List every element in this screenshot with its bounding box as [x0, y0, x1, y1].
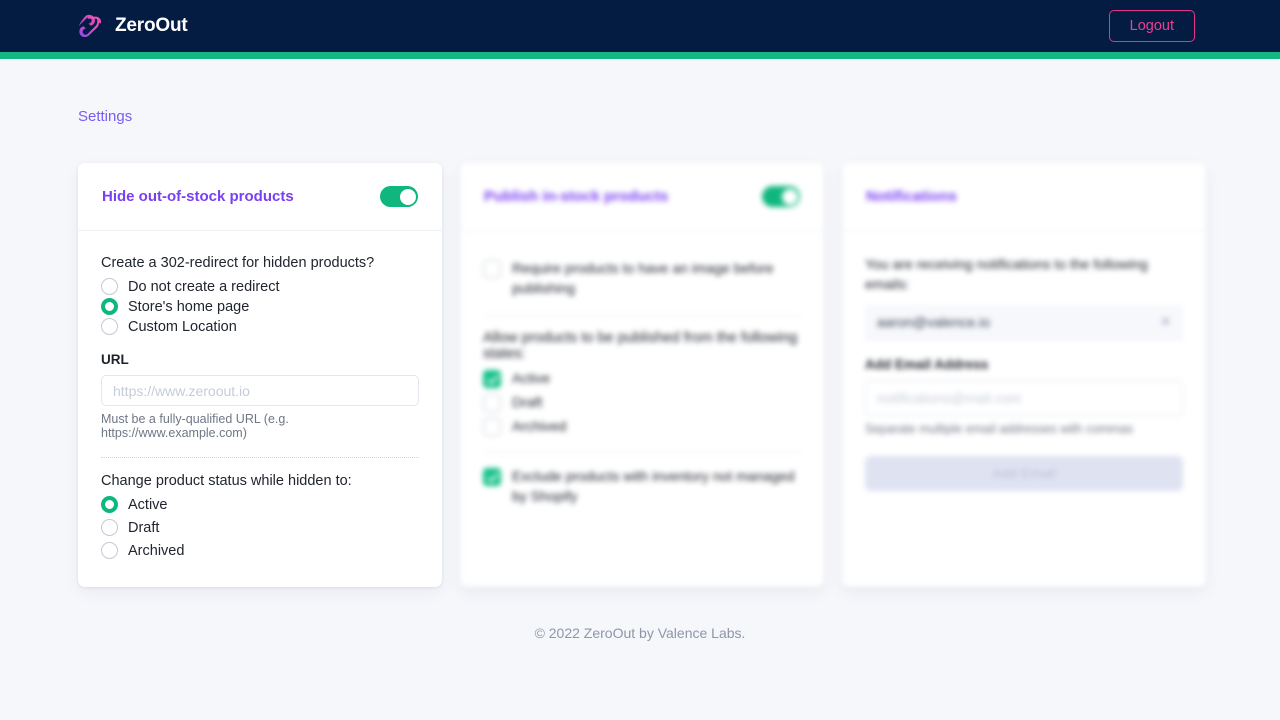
- footer-copyright: © 2022 ZeroOut by Valence Labs.: [534, 625, 746, 641]
- radio-label: Custom Location: [128, 318, 237, 335]
- card-publish-in-stock: Publish in-stock products Require produc…: [460, 163, 824, 587]
- radio-icon: [101, 519, 118, 536]
- accent-bar: [0, 52, 1280, 59]
- redirect-question: Create a 302-redirect for hidden product…: [101, 255, 375, 271]
- checkbox-icon: [483, 393, 501, 412]
- zeroout-logo-icon: [78, 13, 104, 39]
- checkbox-state-draft[interactable]: Draft: [483, 393, 801, 413]
- card-header: Notifications: [842, 163, 1206, 231]
- card-hide-out-of-stock: Hide out-of-stock products Create a 302-…: [78, 163, 442, 587]
- radio-label: Do not create a redirect: [128, 278, 280, 295]
- card-header: Publish in-stock products: [460, 163, 824, 231]
- checkbox-icon-checked: [483, 468, 501, 487]
- status-question: Change product status while hidden to:: [101, 473, 352, 489]
- settings-page: ZeroOut Logout Settings Hide out-of-stoc…: [0, 0, 1280, 720]
- toggle-knob: [399, 188, 416, 205]
- checkbox-icon-checked: [483, 369, 501, 388]
- radio-do-not-create-redirect[interactable]: Do not create a redirect: [101, 278, 419, 295]
- card-title-publish-in-stock: Publish in-stock products: [484, 188, 669, 205]
- radio-label: Store's home page: [128, 298, 250, 315]
- states-question: Allow products to be published from the …: [483, 329, 798, 362]
- top-navbar: ZeroOut Logout: [0, 0, 1280, 52]
- url-field-group: URL Must be a fully-qualified URL (e.g. …: [101, 352, 419, 440]
- radio-status-active[interactable]: Active: [101, 496, 419, 513]
- checkbox-label: Exclude products with inventory not mana…: [512, 468, 795, 505]
- checkbox-label: Draft: [512, 393, 543, 410]
- logout-button[interactable]: Logout: [1108, 9, 1195, 43]
- checkbox-state-archived[interactable]: Archived: [483, 417, 801, 437]
- brand-name: ZeroOut: [115, 15, 188, 36]
- radio-icon: [101, 278, 118, 295]
- radio-stores-home-page[interactable]: Store's home page: [101, 298, 419, 315]
- card-body: Require products to have an image before…: [460, 231, 824, 587]
- card-header: Hide out-of-stock products: [78, 163, 442, 231]
- url-help-text: Must be a fully-qualified URL (e.g. http…: [101, 412, 289, 440]
- radio-status-archived[interactable]: Archived: [101, 542, 419, 559]
- card-notifications: Notifications You are receiving notifica…: [842, 163, 1206, 587]
- radio-label: Draft: [128, 519, 160, 536]
- checkbox-state-active[interactable]: Active: [483, 369, 801, 389]
- add-email-help-text: Separate multiple email addresses with c…: [865, 421, 1134, 436]
- radio-label: Active: [128, 496, 168, 513]
- toggle-publish-in-stock[interactable]: [762, 186, 800, 207]
- radio-label: Archived: [128, 542, 185, 559]
- radio-icon-selected: [101, 298, 118, 315]
- card-title-hide-out-of-stock: Hide out-of-stock products: [102, 188, 294, 205]
- add-email-input[interactable]: [865, 379, 1183, 416]
- radio-custom-location[interactable]: Custom Location: [101, 318, 419, 335]
- checkbox-icon: [483, 260, 501, 278]
- checkbox-require-image[interactable]: Require products to have an image before…: [483, 259, 801, 299]
- brand[interactable]: ZeroOut: [78, 13, 188, 39]
- toggle-knob: [781, 188, 798, 205]
- toggle-hide-out-of-stock[interactable]: [380, 186, 418, 207]
- divider: [483, 314, 801, 316]
- add-email-group: Add Email Address Separate multiple emai…: [865, 357, 1183, 491]
- card-body: You are receiving notifications to the f…: [842, 231, 1206, 587]
- radio-status-draft[interactable]: Draft: [101, 519, 419, 536]
- breadcrumb[interactable]: Settings: [78, 108, 132, 125]
- radio-icon-selected: [101, 496, 118, 513]
- close-icon[interactable]: ✕: [1160, 315, 1171, 328]
- add-email-button[interactable]: Add Email: [865, 455, 1183, 491]
- checkbox-label: Archived: [512, 417, 567, 434]
- checkbox-label: Active: [512, 369, 551, 386]
- url-input[interactable]: [101, 375, 419, 406]
- divider: [483, 452, 801, 454]
- radio-icon: [101, 318, 118, 335]
- settings-cards: Hide out-of-stock products Create a 302-…: [78, 163, 1206, 587]
- radio-icon: [101, 542, 118, 559]
- email-address: aaron@valence.io: [877, 313, 991, 330]
- divider: [101, 457, 419, 458]
- checkbox-exclude-unmanaged-inventory[interactable]: Exclude products with inventory not mana…: [483, 467, 801, 507]
- card-title-notifications: Notifications: [866, 188, 957, 205]
- add-email-label: Add Email Address: [865, 356, 989, 372]
- email-list-item: aaron@valence.io ✕: [865, 304, 1183, 340]
- receiving-notifications-text: You are receiving notifications to the f…: [865, 256, 1148, 292]
- url-label: URL: [101, 352, 129, 367]
- checkbox-label: Require products to have an image before…: [512, 260, 774, 296]
- checkbox-icon: [483, 417, 501, 436]
- card-body: Create a 302-redirect for hidden product…: [78, 231, 442, 587]
